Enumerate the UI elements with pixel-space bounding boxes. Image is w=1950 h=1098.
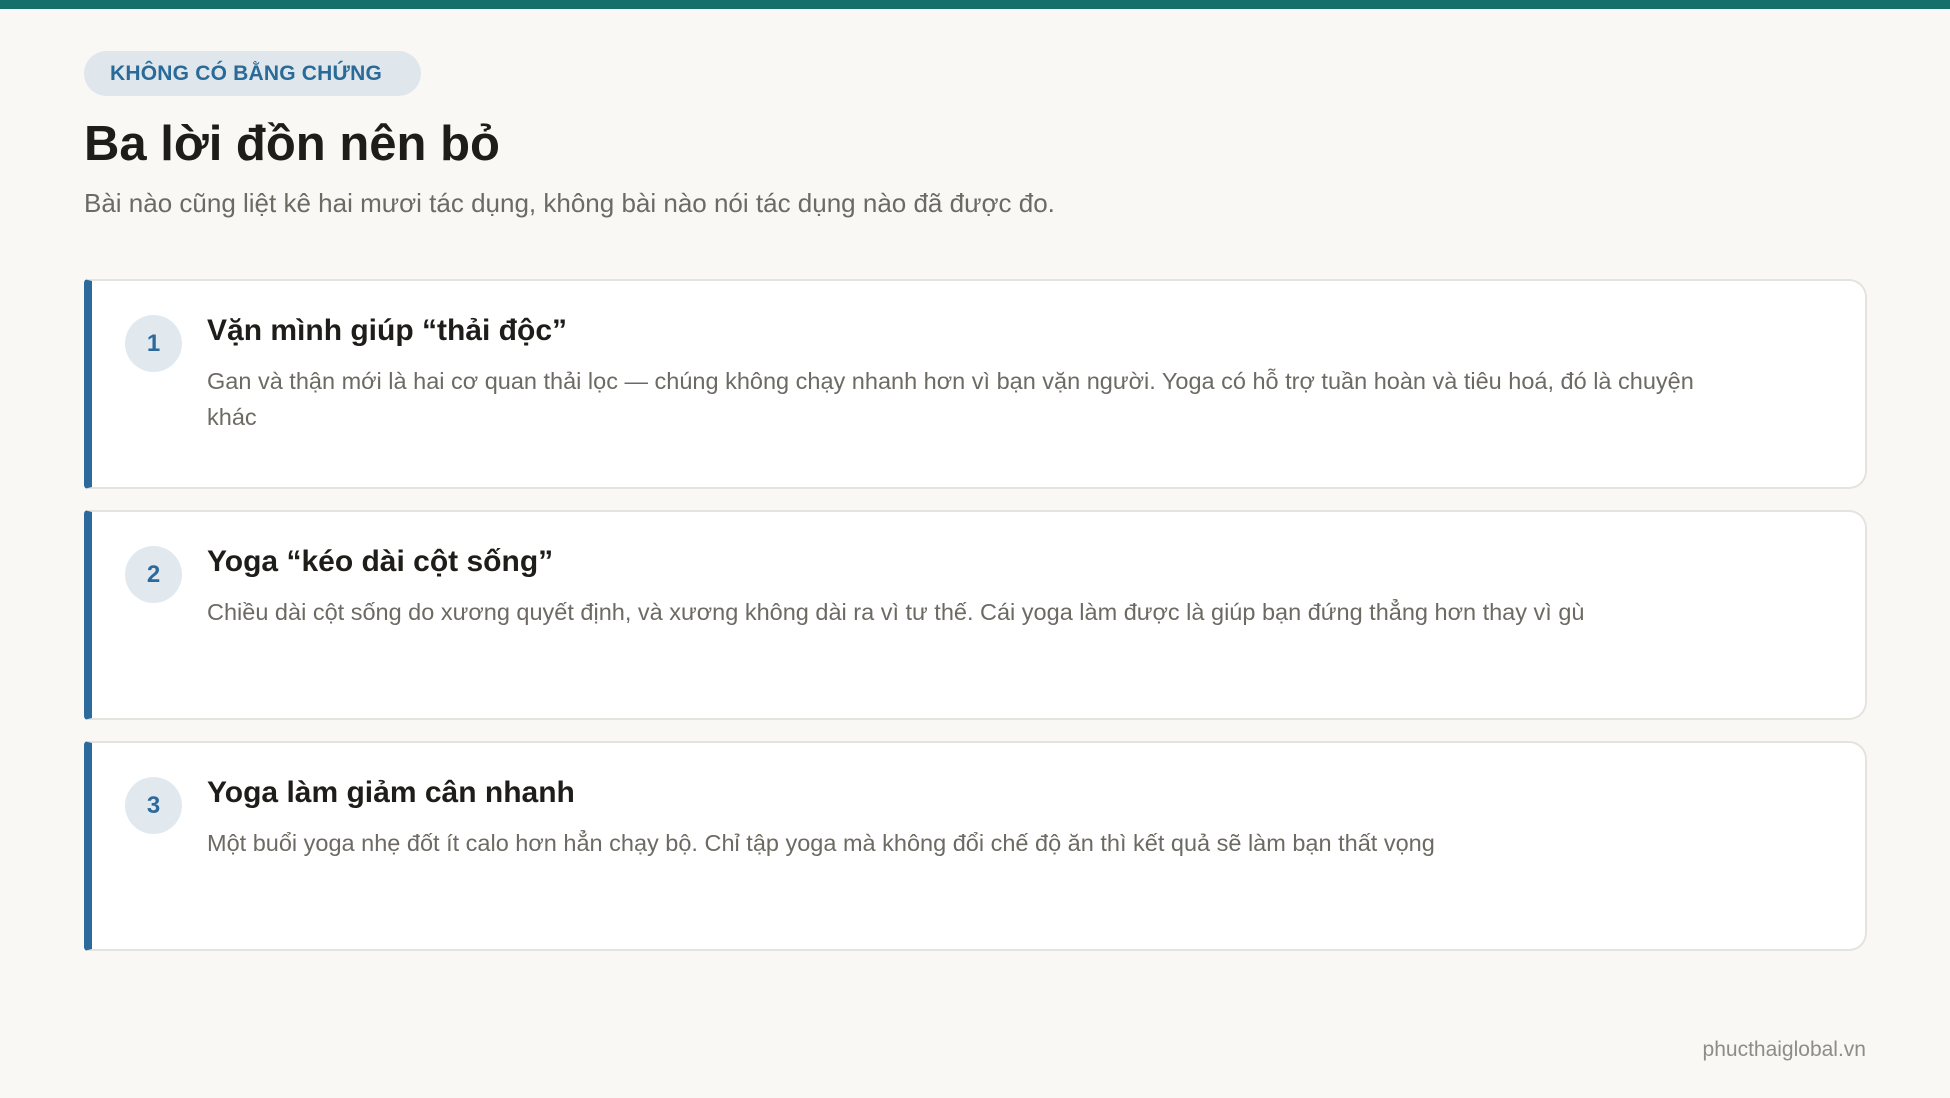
footer-domain: phucthaiglobal.vn (1702, 1038, 1866, 1061)
page-subtitle: Bài nào cũng liệt kê hai mươi tác dụng, … (84, 188, 1055, 218)
card-title: Yoga làm giảm cân nhanh (207, 776, 575, 809)
card-title: Vặn mình giúp “thải độc” (207, 314, 567, 347)
card-number-badge: 1 (125, 315, 182, 372)
myth-card: 3 Yoga làm giảm cân nhanh Một buổi yoga … (84, 741, 1867, 951)
card-title: Yoga “kéo dài cột sống” (207, 545, 554, 578)
card-number-badge: 3 (125, 777, 182, 834)
category-badge: KHÔNG CÓ BẰNG CHỨNG (84, 51, 421, 96)
card-description: Chiều dài cột sống do xương quyết định, … (207, 599, 1585, 625)
myth-card-list: 1 Vặn mình giúp “thải độc” Gan và thận m… (84, 279, 1867, 972)
top-accent-bar (0, 0, 1950, 9)
myth-card: 1 Vặn mình giúp “thải độc” Gan và thận m… (84, 279, 1867, 489)
card-description: Một buổi yoga nhẹ đốt ít calo hơn hẳn ch… (207, 830, 1435, 856)
myth-card: 2 Yoga “kéo dài cột sống” Chiều dài cột … (84, 510, 1867, 720)
page-title: Ba lời đồn nên bỏ (84, 117, 500, 171)
card-description: Gan và thận mới là hai cơ quan thải lọc … (207, 368, 1694, 430)
card-number-badge: 2 (125, 546, 182, 603)
